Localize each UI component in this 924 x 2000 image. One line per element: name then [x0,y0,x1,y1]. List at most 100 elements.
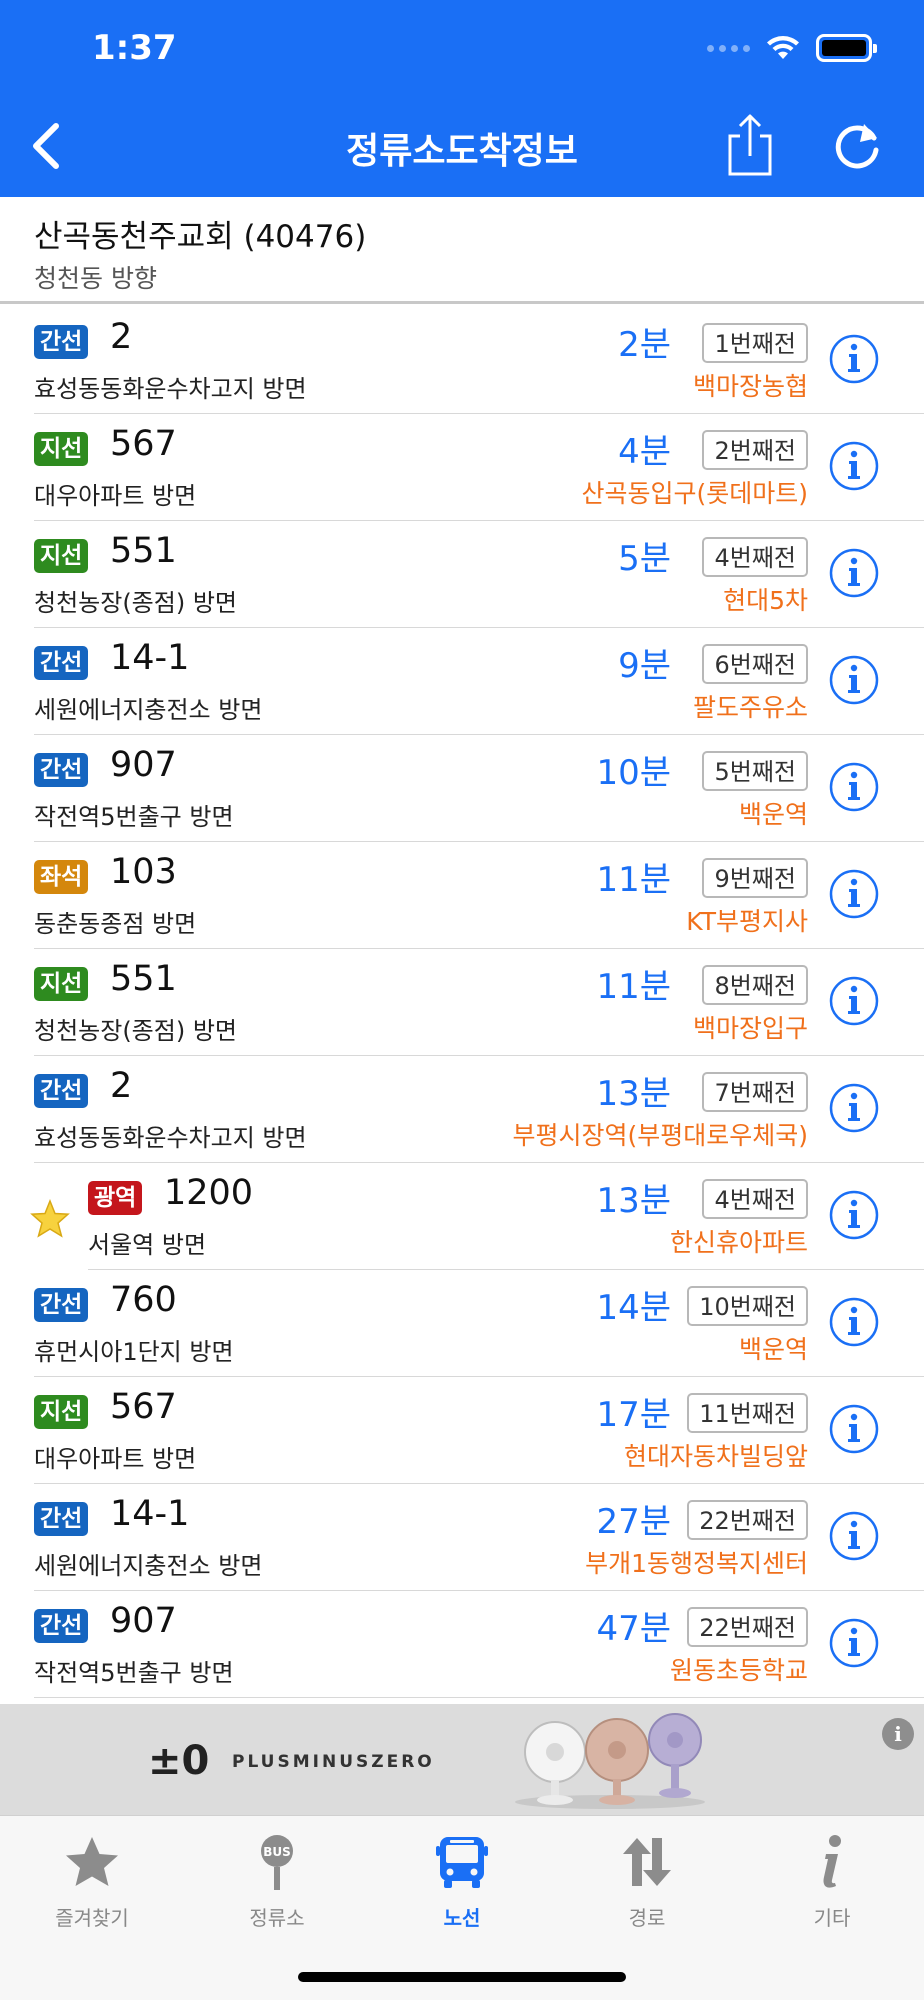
arrival-minutes: 13분 [596,1181,671,1221]
current-location: 현대5차 [723,586,808,615]
stops-before-badge: 4번째전 [702,537,808,577]
arrival-minutes: 27분 [596,1502,671,1542]
tab-more[interactable]: 기타 [740,1834,924,1931]
route-direction: 작전역5번출구 방면 [34,1659,234,1687]
route-number: 2 [110,317,133,357]
tab-favorites[interactable]: 즐겨찾기 [0,1834,184,1931]
bus-icon [436,1837,488,1888]
arrival-row[interactable]: 간선 2 효성동동화운수차고지 방면 2분 1번째전 백마장농협 [0,307,924,414]
current-location: 백마장입구 [692,1014,808,1043]
route-number: 567 [110,424,177,464]
route-type-badge: 간선 [34,1288,89,1322]
row-divider [34,1697,924,1698]
route-number: 551 [110,531,177,571]
refresh-button[interactable] [830,118,886,174]
status-time: 1:37 [92,28,177,68]
stops-before-badge: 7번째전 [702,1072,808,1112]
current-location: 한신휴아파트 [669,1228,808,1257]
route-type-badge: 좌석 [34,860,89,894]
route-info-button[interactable] [828,1617,880,1669]
arrival-row[interactable]: 지선 567 대우아파트 방면 4분 2번째전 산곡동입구(롯데마트) [0,414,924,521]
tab-directions[interactable]: 경로 [555,1834,739,1931]
app-header: 1:37 정류소도착정보 [0,0,924,197]
route-info-button[interactable] [828,1296,880,1348]
arrival-row[interactable]: 좌석 103 동춘동종점 방면 11분 9번째전 KT부평지사 [0,842,924,949]
route-info-button[interactable] [828,654,880,706]
route-info-button[interactable] [828,975,880,1027]
page-title: 정류소도착정보 [346,131,578,172]
stop-name: 산곡동천주교회 (40476) [34,219,367,255]
arrival-row[interactable]: 간선 907 작전역5번출구 방면 47분 22번째전 원동초등학교 [0,1591,924,1698]
arrival-minutes: 9분 [618,646,671,686]
route-info-button[interactable] [828,547,880,599]
current-location: 백운역 [738,800,808,829]
battery-icon [816,34,877,62]
tab-routes[interactable]: 노선 [370,1834,554,1931]
ad-banner[interactable]: ±0 PLUSMINUSZERO i [0,1704,924,1815]
arrival-row[interactable]: 간선 907 작전역5번출구 방면 10분 5번째전 백운역 [0,735,924,842]
arrival-row[interactable]: 간선 14-1 세원에너지충전소 방면 27분 22번째전 부개1동행정복지센터 [0,1484,924,1591]
ad-info-icon[interactable]: i [882,1718,914,1750]
route-number: 14-1 [110,1494,190,1534]
tab-label: 기타 [813,1906,851,1930]
stops-before-badge: 22번째전 [687,1607,808,1647]
route-info-button[interactable] [828,1189,880,1241]
route-info-button[interactable] [828,1082,880,1134]
route-type-badge: 간선 [34,1074,89,1108]
route-number: 907 [110,1601,177,1641]
route-type-badge: 지선 [34,539,89,573]
arrival-minutes: 5분 [618,539,671,579]
share-button[interactable] [720,112,780,178]
route-info-button[interactable] [828,761,880,813]
arrival-minutes: 47분 [596,1609,671,1649]
fan-product-image [515,1713,705,1809]
arrival-row[interactable]: 광역 1200 서울역 방면 13분 4번째전 한신휴아파트 [0,1163,924,1270]
wifi-icon [767,36,799,59]
arrival-row[interactable]: 간선 2 효성동동화운수차고지 방면 13분 7번째전 부평시장역(부평대로우체국) [0,1056,924,1163]
tab-label: 경로 [628,1906,666,1930]
current-location: KT부평지사 [686,907,808,936]
home-indicator [298,1972,626,1982]
arrival-minutes: 11분 [596,860,671,900]
current-location: 백운역 [738,1335,808,1364]
route-type-badge: 지선 [34,967,89,1001]
arrival-row[interactable]: 간선 760 휴먼시아1단지 방면 14분 10번째전 백운역 [0,1270,924,1377]
arrival-minutes: 11분 [596,967,671,1007]
stop-direction: 청천동 방향 [34,264,157,293]
stops-before-badge: 9번째전 [702,858,808,898]
favorite-star-icon[interactable] [30,1199,70,1239]
stops-before-badge: 22번째전 [687,1500,808,1540]
stops-before-badge: 6번째전 [702,644,808,684]
arrival-minutes: 14분 [596,1288,671,1328]
arrival-row[interactable]: 지선 551 청천농장(종점) 방면 5분 4번째전현대5차 [0,521,924,628]
route-number: 567 [110,1387,177,1427]
route-type-badge: 간선 [34,325,89,359]
current-location: 현대자동차빌딩앞 [623,1442,808,1471]
current-location: 백마장농협 [692,372,808,401]
route-type-badge: 지선 [34,432,89,466]
route-info-button[interactable] [828,1403,880,1455]
route-info-button[interactable] [828,868,880,920]
route-info-button[interactable] [828,333,880,385]
tab-stops[interactable]: BUS 정류소 [185,1834,369,1931]
route-direction: 청천농장(종점) 방면 [34,589,237,617]
route-direction: 효성동동화운수차고지 방면 [34,1124,307,1152]
route-type-badge: 간선 [34,1609,89,1643]
route-type-badge: 지선 [34,1395,89,1429]
arrival-row[interactable]: 지선 551 청천농장(종점) 방면 11분 8번째전 백마장입구 [0,949,924,1056]
route-type-badge: 간선 [34,1502,89,1536]
svg-text:BUS: BUS [263,1845,291,1859]
route-number: 2 [110,1066,133,1106]
arrival-row[interactable]: 간선 14-1 세원에너지충전소 방면 9분 6번째전 팔도주유소 [0,628,924,735]
arrival-minutes: 4분 [618,432,671,472]
route-direction: 서울역 방면 [88,1231,207,1259]
arrival-row[interactable]: 지선 567 대우아파트 방면 17분 11번째전 현대자동차빌딩앞 [0,1377,924,1484]
route-info-button[interactable] [828,440,880,492]
route-type-badge: 광역 [88,1181,143,1215]
route-direction: 대우아파트 방면 [34,482,197,510]
route-arrows-icon [623,1838,671,1886]
arrival-minutes: 17분 [596,1395,671,1435]
star-icon [66,1837,118,1886]
route-info-button[interactable] [828,1510,880,1562]
stops-before-badge: 5번째전 [702,751,808,791]
